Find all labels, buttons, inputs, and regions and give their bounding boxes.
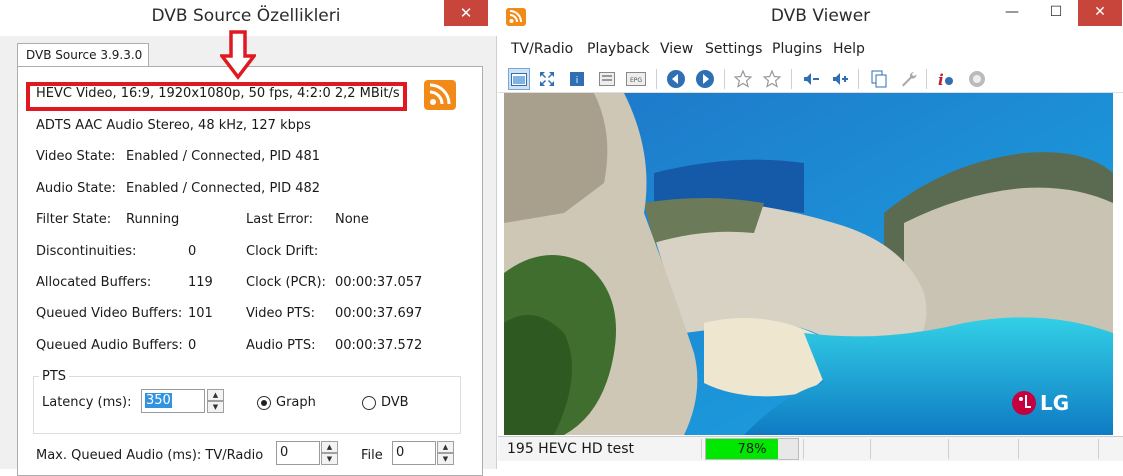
tv-radio-down-button[interactable]: ▼ [321, 453, 338, 465]
svg-text:i: i [576, 76, 579, 86]
svg-text:i: i [938, 71, 944, 88]
fullscreen-icon[interactable] [536, 68, 558, 90]
info-plugin-icon[interactable]: i [935, 68, 957, 90]
allocated-buffers-value: 119 [188, 275, 213, 290]
latency-down-button[interactable]: ▼ [207, 401, 224, 413]
dvb-label: DVB [381, 395, 409, 410]
audio-state-label: Audio State: [36, 181, 116, 196]
dvb-radio[interactable] [362, 396, 376, 410]
discontinuities-value: 0 [188, 244, 197, 259]
filter-state-value: Running [126, 212, 180, 227]
latency-input[interactable]: 350 [141, 389, 205, 413]
video-frame[interactable]: LG [504, 93, 1113, 435]
video-pts-value: 00:00:37.697 [335, 306, 423, 321]
dvb-source-properties-window: DVB Source Özellikleri ✕ DVB Source 3.9.… [0, 0, 497, 476]
tv-radio-up-button[interactable]: ▲ [321, 441, 338, 453]
status-channel-name: 195 HEVC HD test [507, 441, 634, 457]
queued-audio-label: Queued Audio Buffers: [36, 338, 183, 353]
latency-label: Latency (ms): [42, 395, 132, 410]
teletext-icon[interactable] [596, 68, 618, 90]
volume-up-icon[interactable] [829, 68, 851, 90]
graph-label: Graph [276, 395, 316, 410]
favorite-star-icon[interactable] [732, 68, 754, 90]
record-icon[interactable] [966, 68, 988, 90]
dvb-viewer-window: DVB Viewer — ☐ ✕ TV/Radio Playback View … [498, 0, 1123, 469]
last-error-label: Last Error: [246, 212, 314, 227]
queued-video-label: Queued Video Buffers: [36, 306, 183, 321]
signal-progress-label: 78% [737, 442, 767, 457]
discontinuities-label: Discontinuities: [36, 244, 137, 259]
window-mode-icon[interactable] [508, 68, 530, 90]
lg-logo: LG [1012, 391, 1069, 415]
tab-dvb-source[interactable]: DVB Source 3.9.3.0 [17, 43, 149, 67]
source-close-button[interactable]: ✕ [444, 0, 488, 26]
file-down-button[interactable]: ▼ [437, 453, 454, 465]
menu-plugins[interactable]: Plugins [772, 41, 822, 57]
volume-down-icon[interactable] [800, 68, 822, 90]
video-info-text: HEVC Video, 16:9, 1920x1080p, 50 fps, 4:… [36, 86, 400, 101]
last-error-value: None [335, 212, 369, 227]
menu-playback[interactable]: Playback [587, 41, 649, 57]
video-state-label: Video State: [36, 149, 116, 164]
arrow-down-icon [220, 30, 256, 80]
previous-channel-icon[interactable] [665, 68, 687, 90]
audio-pts-value: 00:00:37.572 [335, 338, 423, 353]
menu-view[interactable]: View [660, 41, 693, 57]
menu-settings[interactable]: Settings [705, 41, 762, 57]
menubar: TV/Radio Playback View Settings Plugins … [498, 39, 1123, 61]
audio-pts-label: Audio PTS: [246, 338, 316, 353]
audio-info-text: ADTS AAC Audio Stereo, 48 kHz, 127 kbps [36, 118, 311, 133]
clock-pcr-value: 00:00:37.057 [335, 275, 423, 290]
video-state-value: Enabled / Connected, PID 481 [126, 149, 321, 164]
viewer-close-button[interactable]: ✕ [1078, 0, 1122, 26]
queued-video-value: 101 [188, 306, 213, 321]
latency-up-button[interactable]: ▲ [207, 389, 224, 401]
filter-state-label: Filter State: [36, 212, 112, 227]
epg-info-icon[interactable]: i [566, 68, 588, 90]
favorite-star-2-icon[interactable] [761, 68, 783, 90]
statusbar: 195 HEVC HD test 78% [498, 436, 1123, 461]
queued-audio-value: 0 [188, 338, 197, 353]
rss-icon[interactable] [424, 80, 456, 110]
svg-text:EPG: EPG [630, 77, 642, 84]
graph-radio[interactable] [257, 396, 271, 410]
signal-progress-bar: 78% [705, 438, 799, 460]
copy-icon[interactable] [868, 68, 890, 90]
audio-state-value: Enabled / Connected, PID 482 [126, 181, 321, 196]
file-up-button[interactable]: ▲ [437, 441, 454, 453]
wrench-icon[interactable] [898, 68, 920, 90]
clock-pcr-label: Clock (PCR): [246, 275, 326, 290]
pts-group-label: PTS [39, 369, 70, 384]
toolbar: i EPG i [498, 63, 1123, 93]
menu-tv-radio[interactable]: TV/Radio [511, 41, 573, 57]
file-label: File [361, 448, 383, 463]
menu-help[interactable]: Help [833, 41, 865, 57]
allocated-buffers-label: Allocated Buffers: [36, 275, 152, 290]
next-channel-icon[interactable] [694, 68, 716, 90]
minimize-button[interactable]: — [990, 0, 1034, 26]
maximize-button[interactable]: ☐ [1034, 0, 1078, 26]
video-pts-label: Video PTS: [246, 306, 315, 321]
viewer-titlebar: DVB Viewer — ☐ ✕ [498, 0, 1123, 37]
tv-radio-input[interactable]: 0 [276, 441, 320, 465]
source-window-title: DVB Source Özellikleri [151, 6, 341, 26]
max-queued-audio-label: Max. Queued Audio (ms): TV/Radio [36, 448, 264, 463]
clock-drift-label: Clock Drift: [246, 244, 319, 259]
file-input[interactable]: 0 [392, 441, 436, 465]
brand-logo-text: LG [1040, 391, 1069, 415]
latency-value: 350 [145, 393, 172, 408]
epg-icon[interactable]: EPG [625, 68, 647, 90]
